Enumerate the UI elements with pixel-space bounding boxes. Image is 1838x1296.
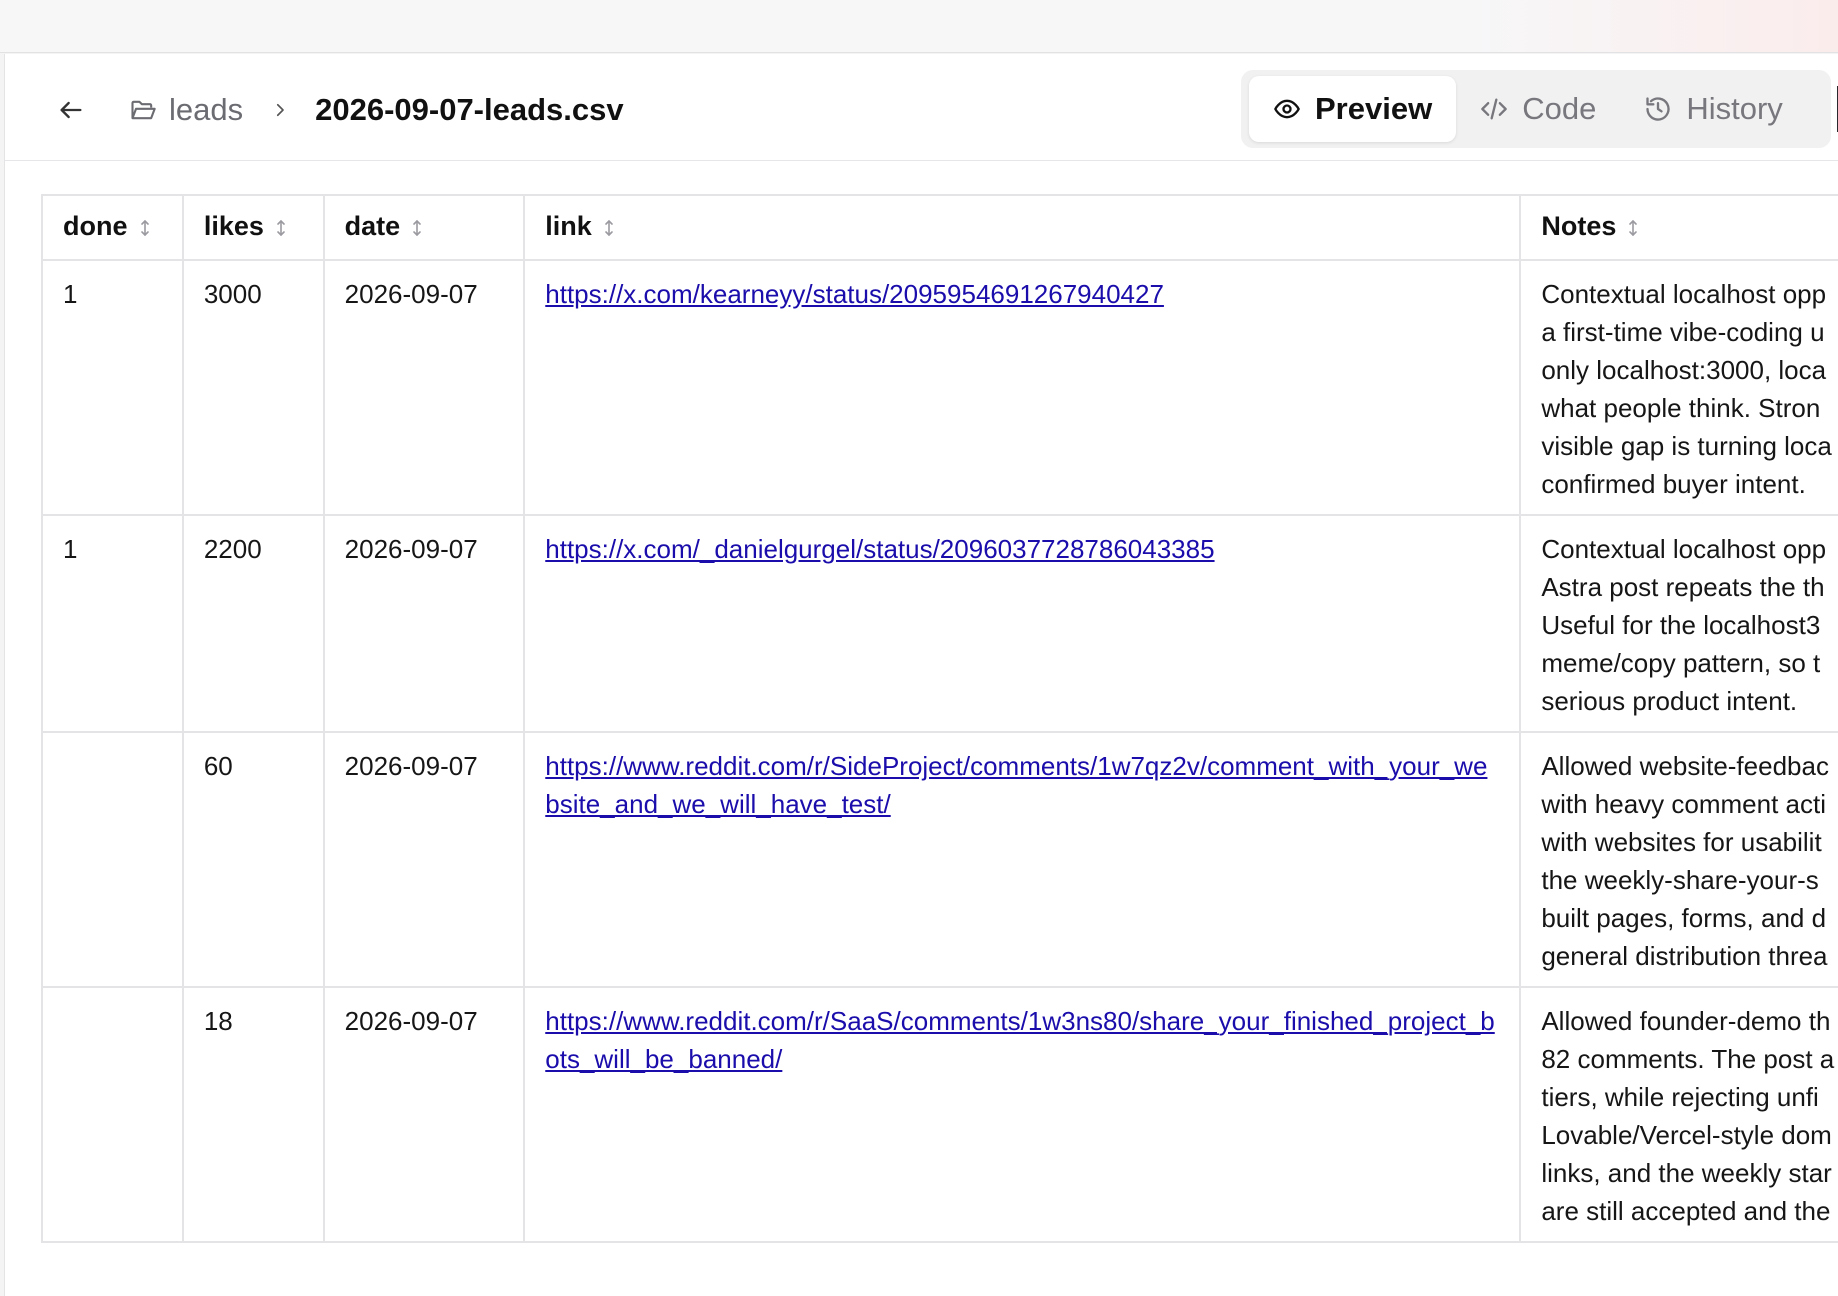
note-line: what people think. Stron [1541, 393, 1821, 423]
note-line: confirmed buyer intent. [1541, 469, 1806, 499]
tab-history[interactable]: History [1620, 76, 1806, 142]
cell-likes: 2200 [181, 514, 325, 733]
note-line: 82 comments. The post a [1541, 1044, 1835, 1074]
cell-notes: Allowed founder-demo th 82 comments. The… [1519, 986, 1838, 1243]
cell-notes: Contextual localhost opp a first-time vi… [1519, 259, 1838, 516]
back-button[interactable] [51, 90, 91, 130]
lead-link[interactable]: https://x.com/kearneyy/status/2095954691… [545, 279, 1164, 309]
column-header-notes[interactable]: Notes [1519, 194, 1838, 261]
table-row: 1 3000 2026-09-07 https://x.com/kearneyy… [41, 259, 1838, 516]
breadcrumb-file-name: 2026-09-07-leads.csv [315, 92, 624, 127]
csv-table: done likes date link Notes 1 3000 2026-0… [41, 194, 1838, 1243]
eye-icon [1274, 99, 1300, 119]
cell-notes: Contextual localhost opp Astra post repe… [1519, 514, 1838, 733]
column-header-date[interactable]: date [322, 194, 526, 261]
tab-code[interactable]: Code [1456, 76, 1620, 142]
column-header-likes[interactable]: likes [181, 194, 325, 261]
note-line: Lovable/Vercel-style dom [1541, 1120, 1832, 1150]
code-icon [1481, 98, 1508, 120]
note-line: Astra post repeats the th [1541, 572, 1825, 602]
sort-icon [604, 213, 614, 244]
arrow-left-icon [60, 101, 82, 119]
note-line: tiers, while rejecting unfi [1541, 1082, 1819, 1112]
sort-icon [1628, 213, 1638, 244]
note-line: the weekly-share-your-s [1541, 865, 1819, 895]
cell-date: 2026-09-07 [322, 986, 526, 1243]
column-header-link[interactable]: link [523, 194, 1522, 261]
cell-likes: 60 [181, 731, 325, 988]
folder-open-icon [131, 100, 156, 120]
cell-date: 2026-09-07 [322, 259, 526, 516]
tab-preview-label: Preview [1315, 91, 1433, 126]
note-line: general distribution threa [1541, 941, 1828, 971]
view-mode-tabs: Preview Code History [1241, 70, 1831, 148]
note-line: meme/copy pattern, so t [1541, 648, 1821, 678]
lead-link[interactable]: https://www.reddit.com/r/SideProject/com… [545, 751, 1487, 819]
table-row: 60 2026-09-07 https://www.reddit.com/r/S… [41, 731, 1838, 988]
history-icon [1646, 97, 1670, 121]
tab-history-label: History [1686, 91, 1783, 126]
sort-icon [412, 213, 422, 244]
breadcrumb-folder[interactable]: leads [129, 92, 243, 128]
cell-link: https://x.com/kearneyy/status/2095954691… [523, 259, 1522, 516]
cell-likes: 18 [181, 986, 325, 1243]
table-header-row: done likes date link Notes [41, 194, 1838, 261]
note-line: Useful for the localhost3 [1541, 610, 1821, 640]
breadcrumb: leads 2026-09-07-leads.csv [129, 84, 624, 136]
file-viewer-panel: leads 2026-09-07-leads.csv Preview Code … [4, 54, 1838, 1296]
table-row: 1 2200 2026-09-07 https://x.com/_danielg… [41, 514, 1838, 733]
note-line: Allowed website-feedbac [1541, 751, 1829, 781]
csv-table-container: done likes date link Notes 1 3000 2026-0… [41, 194, 1838, 1243]
file-header: leads 2026-09-07-leads.csv Preview Code … [5, 54, 1838, 161]
cell-done: 1 [41, 259, 184, 516]
chevron-right-icon [271, 101, 289, 119]
note-line: Allowed founder-demo th [1541, 1006, 1831, 1036]
sort-icon [140, 213, 150, 244]
note-line: visible gap is turning loca [1541, 431, 1832, 461]
note-line: with websites for usabilit [1541, 827, 1822, 857]
cell-likes: 3000 [181, 259, 325, 516]
cell-notes: Allowed website-feedbac with heavy comme… [1519, 731, 1838, 988]
window-top-bar [0, 0, 1838, 53]
tab-code-label: Code [1522, 91, 1597, 126]
breadcrumb-folder-label: leads [169, 92, 244, 127]
lead-link[interactable]: https://x.com/_danielgurgel/status/20960… [545, 534, 1214, 564]
note-line: only localhost:3000, loca [1541, 355, 1827, 385]
cell-done: 1 [41, 514, 184, 733]
note-line: are still accepted and the [1541, 1196, 1831, 1226]
cell-done [41, 986, 184, 1243]
note-line: links, and the weekly star [1541, 1158, 1832, 1188]
note-line: Contextual localhost opp [1541, 534, 1827, 564]
note-line: built pages, forms, and d [1541, 903, 1827, 933]
note-line: a first-time vibe-coding u [1541, 317, 1825, 347]
cell-done [41, 731, 184, 988]
cell-link: https://x.com/_danielgurgel/status/20960… [523, 514, 1522, 733]
tab-preview[interactable]: Preview [1249, 76, 1457, 142]
cell-link: https://www.reddit.com/r/SideProject/com… [523, 731, 1522, 988]
sort-icon [276, 213, 286, 244]
note-line: serious product intent. [1541, 686, 1798, 716]
cell-date: 2026-09-07 [322, 514, 526, 733]
column-header-done[interactable]: done [41, 194, 184, 261]
table-row: 18 2026-09-07 https://www.reddit.com/r/S… [41, 986, 1838, 1243]
note-line: Contextual localhost opp [1541, 279, 1827, 309]
lead-link[interactable]: https://www.reddit.com/r/SaaS/comments/1… [545, 1006, 1494, 1074]
note-line: with heavy comment acti [1541, 789, 1827, 819]
cell-link: https://www.reddit.com/r/SaaS/comments/1… [523, 986, 1522, 1243]
cell-date: 2026-09-07 [322, 731, 526, 988]
